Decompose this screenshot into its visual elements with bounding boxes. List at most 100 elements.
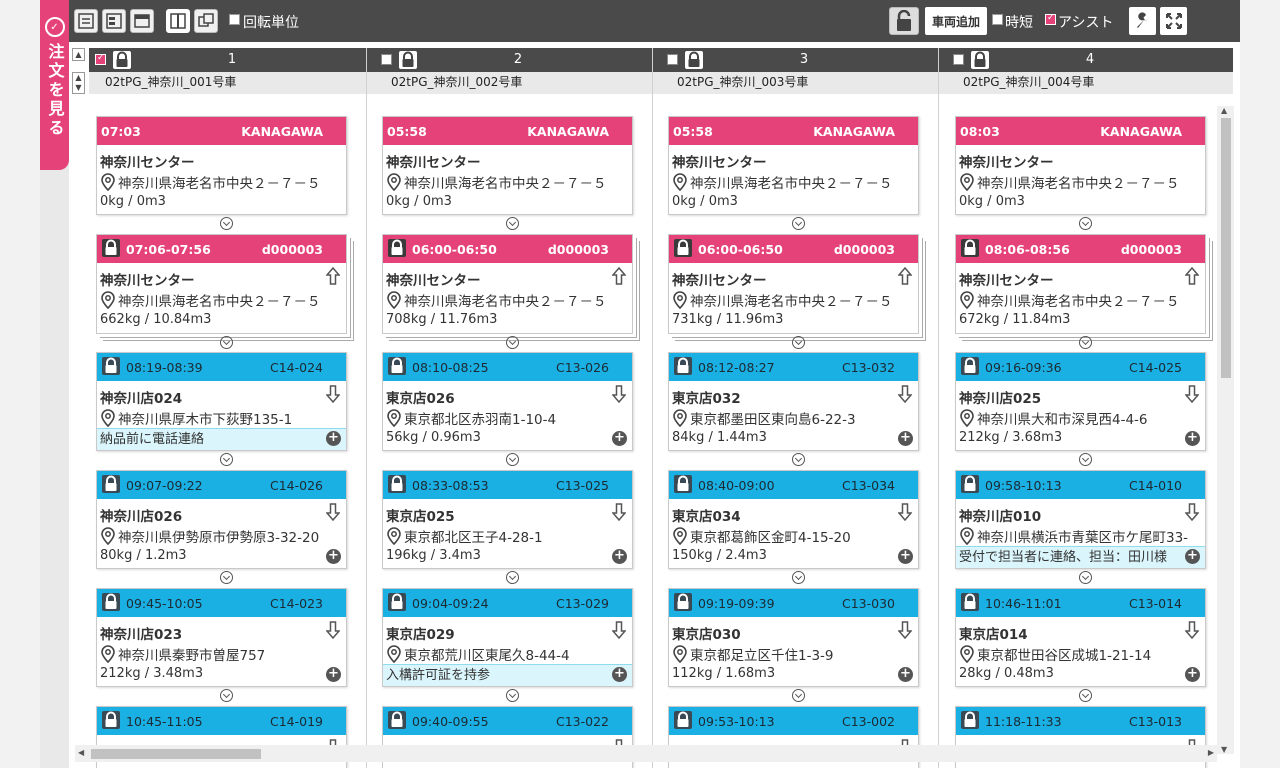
expand-chevron-icon[interactable]: [506, 336, 519, 349]
swap-button[interactable]: [194, 9, 218, 33]
expand-chevron-icon[interactable]: [1079, 453, 1092, 466]
add-detail-icon[interactable]: +: [326, 667, 341, 682]
expand-chevron-icon[interactable]: [506, 453, 519, 466]
stop-card[interactable]: 08:03 KANAGAWA 神奈川センター 神奈川県海老名市中央２－７－５ 0kg /…: [955, 116, 1206, 215]
lock-icon[interactable]: [961, 593, 980, 612]
stop-card[interactable]: 08:40-09:00 C13-034 東京店034 東京都葛飾区金町4-15-20 1…: [668, 470, 919, 569]
horizontal-scrollbar[interactable]: ◀ ▶: [75, 745, 1217, 762]
layout-column-button[interactable]: [166, 9, 190, 33]
layout-compact-button[interactable]: [102, 9, 126, 33]
lock-icon[interactable]: [961, 711, 980, 730]
stop-card[interactable]: 06:00-06:50 d000003 神奈川センター 神奈川県海老名市中央２－７－５…: [382, 234, 633, 334]
add-detail-icon[interactable]: +: [612, 667, 627, 682]
stop-card[interactable]: 10:46-11:01 C13-014 東京店014 東京都世田谷区成城1-21-14…: [955, 588, 1206, 687]
lock-icon[interactable]: [674, 239, 693, 258]
add-detail-icon[interactable]: +: [612, 549, 627, 564]
move-up-icon[interactable]: [611, 266, 627, 285]
stop-card[interactable]: 06:00-06:50 d000003 神奈川センター 神奈川県海老名市中央２－７－５…: [668, 234, 919, 334]
scroll-left-arrow[interactable]: ◀: [78, 748, 84, 757]
lock-icon[interactable]: [102, 357, 121, 376]
lock-icon[interactable]: [961, 239, 980, 258]
short-time-checkbox[interactable]: [992, 14, 1003, 25]
lock-icon[interactable]: [674, 593, 693, 612]
move-down-icon[interactable]: [1184, 621, 1200, 640]
move-down-icon[interactable]: [1184, 503, 1200, 522]
layout-list-button[interactable]: [74, 9, 98, 33]
move-down-icon[interactable]: [897, 503, 913, 522]
lock-icon[interactable]: [102, 593, 121, 612]
vertical-scroll-thumb[interactable]: [1221, 118, 1231, 378]
move-down-icon[interactable]: [1184, 385, 1200, 404]
add-detail-icon[interactable]: +: [326, 431, 341, 446]
view-orders-tab[interactable]: ✓ 注文を見る: [40, 0, 69, 170]
scroll-down-arrow[interactable]: ▼: [1221, 745, 1227, 754]
add-vehicle-button[interactable]: 車両追加: [925, 7, 987, 35]
expand-chevron-icon[interactable]: [220, 689, 233, 702]
move-down-icon[interactable]: [897, 385, 913, 404]
lock-icon[interactable]: [961, 475, 980, 494]
expand-chevron-icon[interactable]: [506, 571, 519, 584]
stop-card[interactable]: 08:33-08:53 C13-025 東京店025 東京都北区王子4-28-1 196…: [382, 470, 633, 569]
lock-icon[interactable]: [674, 711, 693, 730]
lock-icon[interactable]: [102, 475, 121, 494]
stop-card[interactable]: 09:45-10:05 C14-023 神奈川店023 神奈川県秦野市曽屋757 212…: [96, 588, 347, 687]
expand-chevron-icon[interactable]: [792, 689, 805, 702]
expand-chevron-icon[interactable]: [220, 453, 233, 466]
move-up-icon[interactable]: [897, 266, 913, 285]
expand-chevron-icon[interactable]: [792, 336, 805, 349]
add-detail-icon[interactable]: +: [898, 549, 913, 564]
expand-chevron-icon[interactable]: [506, 217, 519, 230]
lock-icon[interactable]: [674, 475, 693, 494]
stop-card[interactable]: 09:07-09:22 C14-026 神奈川店026 神奈川県伊勢原市伊勢原3-32…: [96, 470, 347, 569]
lock-icon[interactable]: [388, 711, 407, 730]
stop-card[interactable]: 07:06-07:56 d000003 神奈川センター 神奈川県海老名市中央２－７－５…: [96, 234, 347, 334]
expand-chevron-icon[interactable]: [220, 571, 233, 584]
horizontal-scroll-thumb[interactable]: [91, 749, 261, 759]
stop-card[interactable]: 09:58-10:13 C14-010 神奈川店010 神奈川県横浜市青葉区市ケ尾町3…: [955, 470, 1206, 569]
expand-chevron-icon[interactable]: [220, 336, 233, 349]
add-detail-icon[interactable]: +: [898, 431, 913, 446]
move-down-icon[interactable]: [611, 621, 627, 640]
add-detail-icon[interactable]: +: [1185, 431, 1200, 446]
settings-button[interactable]: [1129, 7, 1156, 35]
lock-icon[interactable]: [961, 357, 980, 376]
expand-chevron-icon[interactable]: [1079, 336, 1092, 349]
layout-card-button[interactable]: [130, 9, 154, 33]
expand-chevron-icon[interactable]: [792, 217, 805, 230]
move-down-icon[interactable]: [325, 385, 341, 404]
stop-card[interactable]: 05:58 KANAGAWA 神奈川センター 神奈川県海老名市中央２－７－５ 0kg /…: [668, 116, 919, 215]
expand-chevron-icon[interactable]: [792, 453, 805, 466]
stop-card[interactable]: 09:19-09:39 C13-030 東京店030 東京都足立区千住1-3-9 112…: [668, 588, 919, 687]
lock-icon[interactable]: [102, 711, 121, 730]
move-down-icon[interactable]: [611, 385, 627, 404]
add-detail-icon[interactable]: +: [1185, 549, 1200, 564]
lock-icon[interactable]: [674, 357, 693, 376]
lock-icon[interactable]: [388, 357, 407, 376]
move-up-icon[interactable]: [325, 266, 341, 285]
expand-chevron-icon[interactable]: [220, 217, 233, 230]
add-detail-icon[interactable]: +: [326, 549, 341, 564]
expand-chevron-icon[interactable]: [506, 689, 519, 702]
add-detail-icon[interactable]: +: [1185, 667, 1200, 682]
expand-chevron-icon[interactable]: [1079, 217, 1092, 230]
move-down-icon[interactable]: [325, 621, 341, 640]
stop-card[interactable]: 05:58 KANAGAWA 神奈川センター 神奈川県海老名市中央２－７－５ 0kg /…: [382, 116, 633, 215]
fullscreen-button[interactable]: [1160, 7, 1187, 35]
stop-card[interactable]: 07:03 KANAGAWA 神奈川センター 神奈川県海老名市中央２－７－５ 0kg /…: [96, 116, 347, 215]
stop-card[interactable]: 08:10-08:25 C13-026 東京店026 東京都北区赤羽南1-10-4 56…: [382, 352, 633, 451]
stop-card[interactable]: 08:06-08:56 d000003 神奈川センター 神奈川県海老名市中央２－７－５…: [955, 234, 1206, 334]
move-down-icon[interactable]: [325, 503, 341, 522]
move-down-icon[interactable]: [611, 503, 627, 522]
lock-all-button[interactable]: [889, 7, 919, 35]
assist-checkbox[interactable]: [1045, 13, 1056, 25]
rotation-unit-checkbox[interactable]: [229, 14, 240, 25]
stop-card[interactable]: 08:19-08:39 C14-024 神奈川店024 神奈川県厚木市下荻野135-1…: [96, 352, 347, 451]
expand-chevron-icon[interactable]: [1079, 571, 1092, 584]
lock-icon[interactable]: [102, 239, 121, 258]
add-detail-icon[interactable]: +: [898, 667, 913, 682]
add-detail-icon[interactable]: +: [612, 431, 627, 446]
move-down-icon[interactable]: [897, 621, 913, 640]
stop-card[interactable]: 09:04-09:24 C13-029 東京店029 東京都荒川区東尾久8-44-4 入…: [382, 588, 633, 687]
expand-chevron-icon[interactable]: [1079, 689, 1092, 702]
scroll-up-arrow[interactable]: ▲: [1221, 106, 1227, 115]
